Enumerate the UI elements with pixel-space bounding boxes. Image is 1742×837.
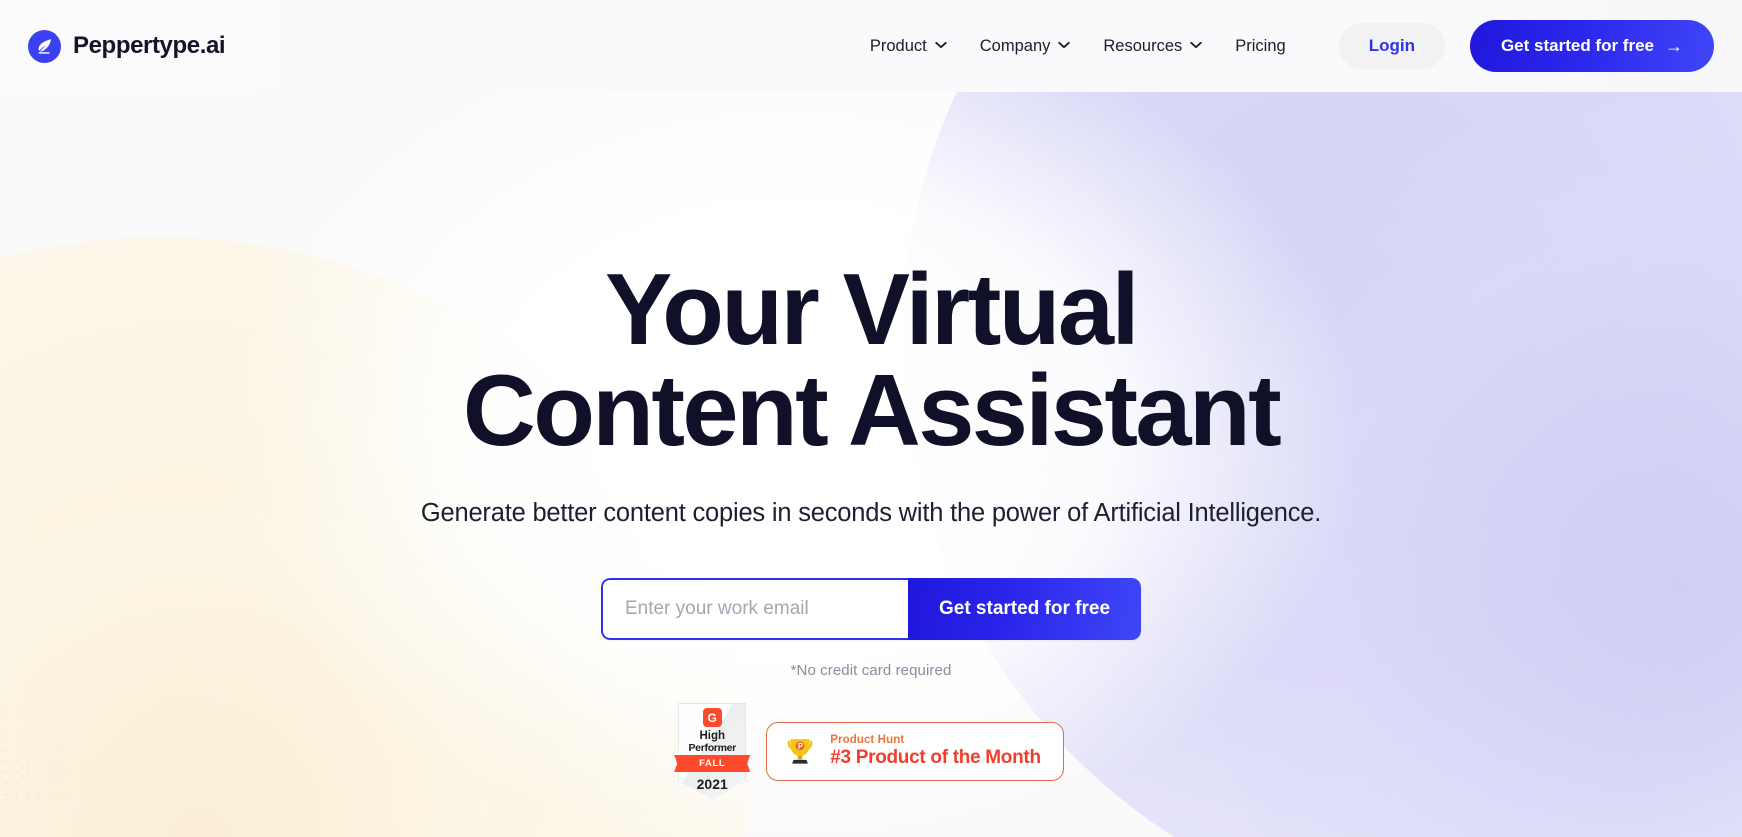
chevron-down-icon [1190,41,1202,52]
nav-item-pricing[interactable]: Pricing [1218,27,1302,66]
nav-item-company-label: Company [979,36,1051,55]
chevron-down-icon [1058,41,1071,52]
product-hunt-badge[interactable]: Product Hunt #3 Product of the Month [766,721,1064,781]
signup-disclaimer: *No credit card required [790,662,952,679]
g2-season-ribbon: FALL [674,755,751,772]
nav-item-company[interactable]: Company [963,27,1087,66]
brand-logo[interactable]: Peppertype.ai [28,29,226,63]
trophy-icon [783,734,817,768]
hero-title-line-2: Content Assistant [462,355,1282,467]
navbar-get-started-button[interactable]: Get started for free → [1469,20,1714,72]
nav-item-product-label: Product [869,36,927,55]
g2-high-performer-badge[interactable]: G High Performer FALL 2021 [674,703,751,799]
page-title: Your Virtual Content Assistant [462,260,1282,467]
brand-name: Peppertype.ai [73,32,226,59]
nav-item-resources[interactable]: Resources [1086,27,1218,66]
signup-form: Get started for free [600,578,1142,640]
navbar: Peppertype.ai Product Company Resources … [0,0,1742,92]
hero-title-line-1: Your Virtual [605,254,1140,366]
g2-year: 2021 [696,776,728,792]
login-button[interactable]: Login [1338,23,1445,69]
nav-item-product[interactable]: Product [853,27,963,66]
award-badges: G High Performer FALL 2021 Product Hunt … [674,703,1064,799]
g2-line-1: High [699,730,725,742]
email-field[interactable] [600,578,908,640]
hero-subtitle: Generate better content copies in second… [420,499,1322,527]
nav-item-pricing-label: Pricing [1235,36,1286,55]
navbar-actions: Login Get started for free → [1338,20,1714,72]
nav-links: Product Company Resources Pricing Login … [853,20,1714,72]
g2-line-2: Performer [688,741,736,754]
product-hunt-title: #3 Product of the Month [830,746,1041,768]
product-hunt-text: Product Hunt #3 Product of the Month [830,734,1041,769]
g2-logo-icon: G [702,708,722,727]
signup-submit-button[interactable]: Get started for free [907,578,1142,640]
arrow-right-icon: → [1665,36,1683,56]
chevron-down-icon [935,41,947,52]
navbar-get-started-label: Get started for free [1500,36,1654,55]
product-hunt-subtitle: Product Hunt [830,733,905,746]
nav-item-resources-label: Resources [1103,36,1183,55]
hero-section: Your Virtual Content Assistant Generate … [0,92,1742,799]
feather-quill-icon [28,29,61,63]
